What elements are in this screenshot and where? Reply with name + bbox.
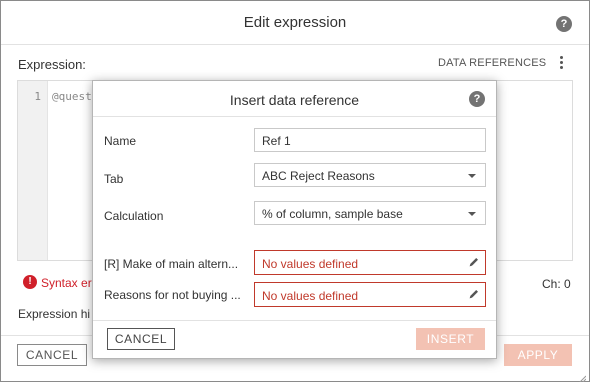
modal-title: Insert data reference [229,92,360,108]
data-references-button[interactable]: DATA REFERENCES [438,57,546,69]
expression-hint: Expression hi [18,307,91,321]
insert-button[interactable]: INSERT [416,328,485,350]
modal-cancel-button[interactable]: CANCEL [107,328,175,350]
dialog-header: Edit expression ? [1,1,589,45]
chevron-down-icon [468,212,476,216]
name-input[interactable]: Ref 1 [254,128,486,152]
name-input-value: Ref 1 [262,134,291,148]
calculation-select[interactable]: % of column, sample base [254,201,486,225]
more-vertical-icon[interactable] [556,54,566,72]
ref1-label: [R] Make of main altern... [104,257,239,271]
error-icon: ! [23,275,37,289]
insert-data-reference-modal: Insert data reference ? Name Ref 1 Tab A… [92,80,497,359]
tab-select[interactable]: ABC Reject Reasons [254,163,486,187]
chevron-down-icon [468,174,476,178]
ref2-values-field[interactable]: No values defined [254,282,486,307]
ref2-value: No values defined [262,289,359,303]
syntax-error-text: Syntax err [41,276,96,290]
help-icon[interactable]: ? [556,16,572,32]
calculation-label: Calculation [104,209,164,223]
cancel-button[interactable]: CANCEL [17,344,87,366]
char-count: Ch: 0 [542,277,571,291]
ref1-value: No values defined [262,257,359,271]
resize-grip-icon[interactable] [578,370,587,382]
dialog-title: Edit expression [243,14,347,31]
pencil-icon[interactable] [468,256,480,268]
expression-label: Expression: [18,57,86,72]
ref2-label: Reasons for not buying ... [104,288,241,302]
pencil-icon[interactable] [468,288,480,300]
calculation-select-value: % of column, sample base [262,207,403,221]
modal-header: Insert data reference ? [93,81,496,117]
editor-text[interactable]: @quest [52,90,92,103]
apply-button[interactable]: APPLY [504,344,572,366]
tab-label: Tab [104,172,124,186]
ref1-values-field[interactable]: No values defined [254,250,486,275]
help-icon[interactable]: ? [469,91,485,107]
line-number: 1 [34,90,41,103]
name-label: Name [104,134,137,148]
tab-select-value: ABC Reject Reasons [262,169,375,183]
line-gutter: 1 [18,81,48,260]
